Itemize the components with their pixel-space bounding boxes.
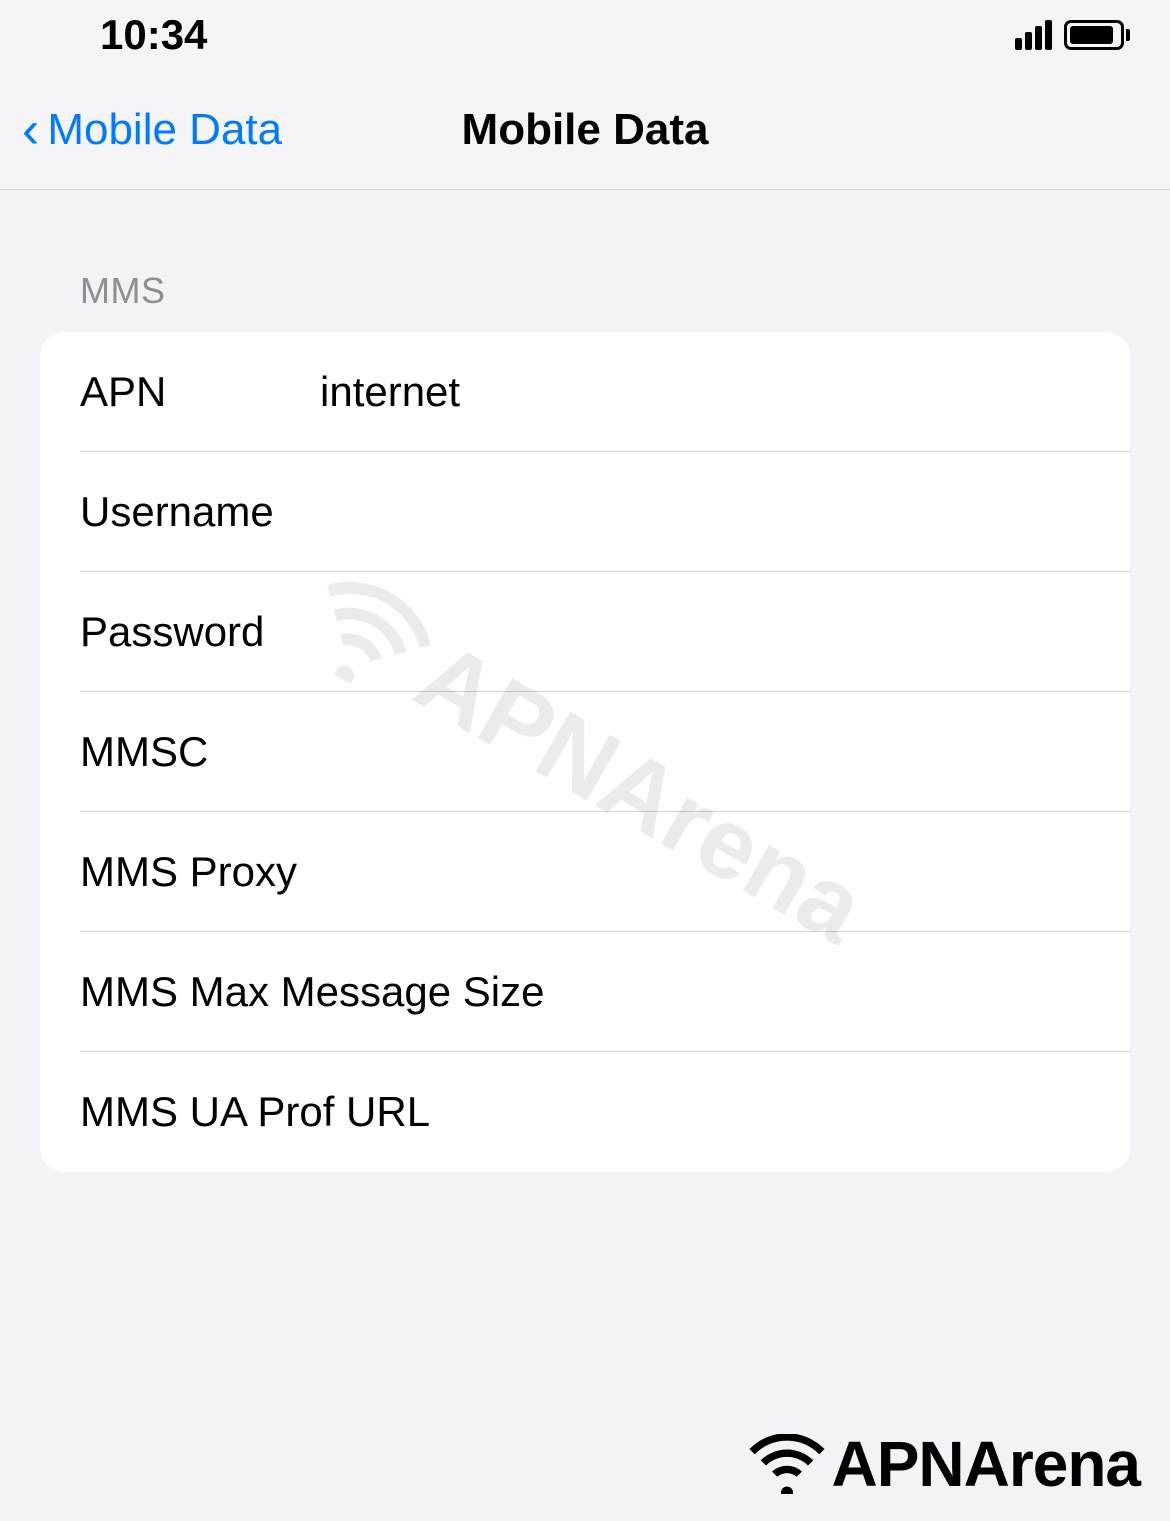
field-label: MMSC bbox=[80, 728, 320, 776]
page-title: Mobile Data bbox=[462, 105, 709, 155]
footer-logo: APNArena bbox=[747, 1427, 1140, 1501]
content: MMS APN Username Password MMSC MMS Proxy bbox=[0, 190, 1170, 1172]
mms-proxy-input[interactable] bbox=[320, 848, 1090, 896]
username-input[interactable] bbox=[320, 488, 1090, 536]
password-input[interactable] bbox=[320, 608, 1090, 656]
settings-row-apn[interactable]: APN bbox=[40, 332, 1130, 452]
wifi-icon bbox=[747, 1434, 827, 1494]
battery-icon bbox=[1064, 20, 1130, 50]
back-button[interactable]: ‹ Mobile Data bbox=[0, 104, 282, 156]
mms-max-size-input[interactable] bbox=[544, 968, 1090, 1016]
settings-row-mms-proxy[interactable]: MMS Proxy bbox=[40, 812, 1130, 932]
settings-row-mms-ua-prof[interactable]: MMS UA Prof URL bbox=[40, 1052, 1130, 1172]
settings-row-mms-max-size[interactable]: MMS Max Message Size bbox=[40, 932, 1130, 1052]
settings-row-password[interactable]: Password bbox=[40, 572, 1130, 692]
field-label: MMS UA Prof URL bbox=[80, 1088, 430, 1136]
apn-input[interactable] bbox=[320, 368, 1090, 416]
field-label: APN bbox=[80, 368, 320, 416]
field-label: MMS Proxy bbox=[80, 848, 320, 896]
status-bar: 10:34 bbox=[0, 0, 1170, 70]
nav-header: ‹ Mobile Data Mobile Data bbox=[0, 70, 1170, 190]
settings-row-username[interactable]: Username bbox=[40, 452, 1130, 572]
field-label: Password bbox=[80, 608, 320, 656]
chevron-left-icon: ‹ bbox=[22, 104, 39, 156]
status-time: 10:34 bbox=[100, 11, 207, 59]
section-header-mms: MMS bbox=[40, 190, 1130, 332]
field-label: Username bbox=[80, 488, 320, 536]
settings-row-mmsc[interactable]: MMSC bbox=[40, 692, 1130, 812]
status-indicators bbox=[1015, 20, 1130, 50]
footer-brand-text: APNArena bbox=[831, 1427, 1140, 1501]
settings-group-mms: APN Username Password MMSC MMS Proxy MMS… bbox=[40, 332, 1130, 1172]
back-label: Mobile Data bbox=[47, 105, 282, 155]
mmsc-input[interactable] bbox=[320, 728, 1090, 776]
mms-ua-prof-input[interactable] bbox=[430, 1088, 1090, 1136]
field-label: MMS Max Message Size bbox=[80, 968, 544, 1016]
cellular-signal-icon bbox=[1015, 20, 1052, 50]
